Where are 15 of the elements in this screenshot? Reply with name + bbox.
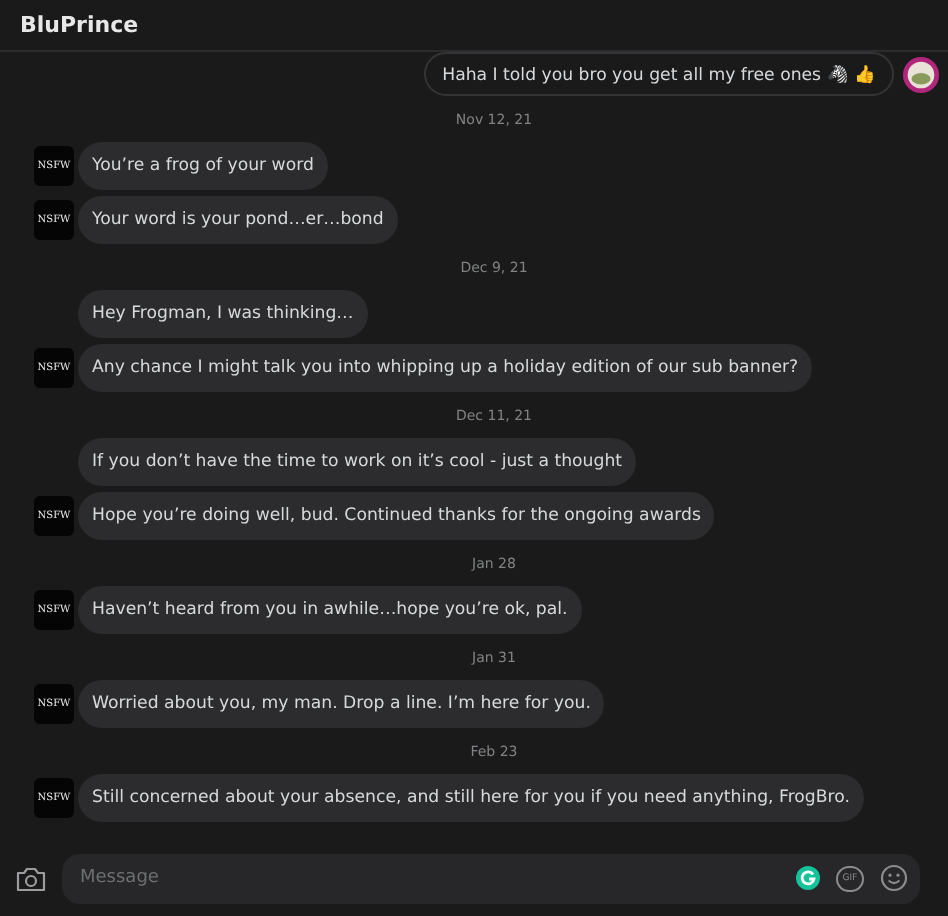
received-message: Haven’t heard from you in awhile…hope you’re ok, pal.: [78, 586, 582, 634]
chat-title: BluPrince: [20, 12, 139, 38]
received-message: You’re a frog of your word: [78, 142, 328, 190]
received-message: Still concerned about your absence, and still here for you if you need anything, FrogBro.: [78, 774, 864, 822]
received-message: Your word is your pond…er…bond: [78, 196, 398, 244]
received-message: If you don’t have the time to work on it’s cool - just a thought: [78, 438, 637, 486]
emoji-icon[interactable]: [880, 864, 908, 892]
received-message: Any chance I might talk you into whipping up a holiday edition of our sub banner?: [78, 344, 813, 392]
received-message: Hey Frogman, I was thinking…: [78, 290, 368, 338]
grammar-check-icon[interactable]: [796, 866, 820, 890]
user-avatar-icon: [902, 55, 940, 93]
received-message: Worried about you, my man. Drop a line. I’m here for you.: [78, 680, 605, 728]
received-message: Hope you’re doing well, bud. Continued thanks for the ongoing awards: [78, 492, 715, 540]
camera-icon[interactable]: [16, 865, 46, 891]
sent-message: Haha I told you bro you get all my free ones 🦓 👍: [424, 52, 894, 96]
